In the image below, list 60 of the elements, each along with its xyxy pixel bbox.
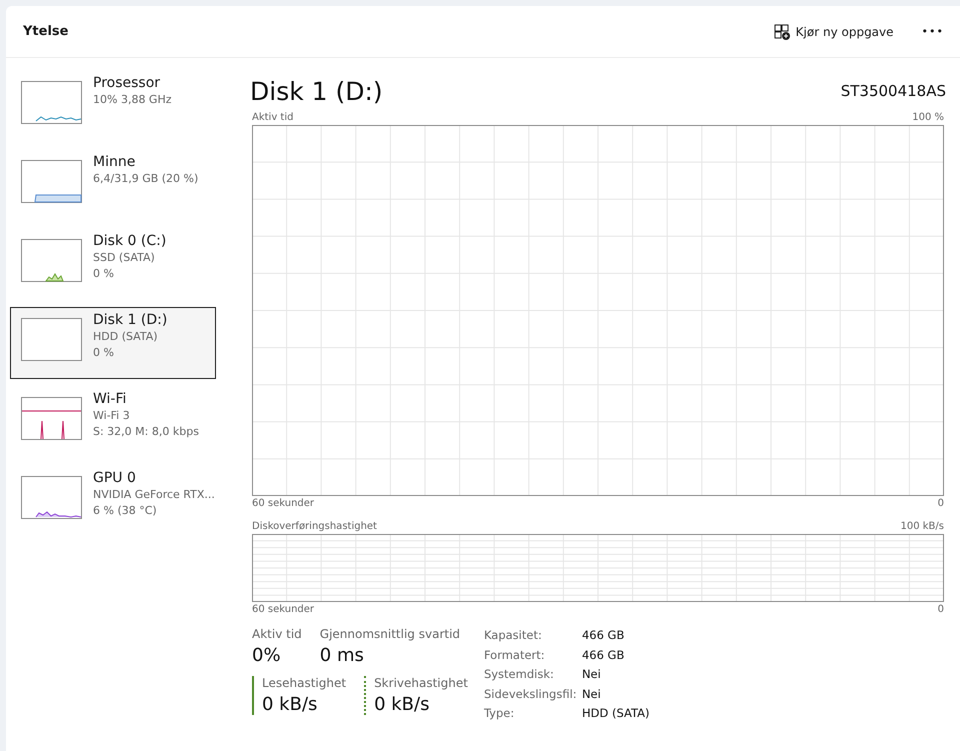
stat-value: 0% xyxy=(252,645,282,666)
device-detail: 6,4/31,9 GB (20 %) xyxy=(93,171,198,187)
sidebar-item[interactable]: Disk 0 (C:) SSD (SATA) 0 % xyxy=(10,228,216,300)
usage-thumbnail xyxy=(21,160,82,203)
stat-label: Gjennomsnittlig svartid xyxy=(320,627,460,641)
device-name: GPU 0 xyxy=(93,470,137,486)
graph-max: 100 kB/s xyxy=(900,520,944,534)
graph-min: 0 xyxy=(938,603,944,617)
graph-time: 60 sekunder xyxy=(252,603,314,617)
property-value: 466 GB xyxy=(582,627,626,644)
usage-thumbnail xyxy=(21,318,82,361)
usage-thumbnail xyxy=(21,239,82,282)
device-detail: NVIDIA GeForce RTX... xyxy=(93,487,215,503)
graph-max: 100 % xyxy=(912,111,944,125)
property-label: Formatert: xyxy=(484,646,546,663)
stat-label: Lesehastighet xyxy=(262,676,346,690)
stat-value: 0 ms xyxy=(320,645,365,666)
disk-title: Disk 1 (D:) xyxy=(250,77,383,106)
device-detail: HDD (SATA) xyxy=(93,329,159,345)
sidebar-item[interactable]: Disk 1 (D:) HDD (SATA) 0 % xyxy=(10,307,216,379)
device-detail: 6 % (38 °C) xyxy=(93,503,158,519)
usage-thumbnail xyxy=(21,397,82,440)
graph-label: Diskoverføringshastighet xyxy=(252,520,377,534)
sidebar-item[interactable]: Minne 6,4/31,9 GB (20 %) xyxy=(10,149,216,221)
device-detail: SSD (SATA) xyxy=(93,250,156,266)
sidebar-item[interactable]: GPU 0 NVIDIA GeForce RTX... 6 % (38 °C) xyxy=(10,465,216,537)
more-button[interactable]: ••• xyxy=(918,19,948,44)
property-value: Nei xyxy=(582,666,602,682)
graph-label: Aktiv tid xyxy=(252,111,294,125)
device-name: Prosessor xyxy=(93,75,162,91)
stat-label: Skrivehastighet xyxy=(374,676,468,690)
property-value: 466 GB xyxy=(582,646,626,663)
device-name: Wi-Fi xyxy=(93,391,128,407)
device-detail: 10% 3,88 GHz xyxy=(93,92,172,108)
property-label: Kapasitet: xyxy=(484,627,543,644)
property-label: Type: xyxy=(484,705,516,722)
stat-label: Aktiv tid xyxy=(252,627,302,641)
property-value: Nei xyxy=(582,686,602,702)
device-detail: 0 % xyxy=(93,345,115,361)
graph-min: 0 xyxy=(938,497,944,511)
stat-value: 0 kB/s xyxy=(374,694,430,715)
run-task-button[interactable]: Kjør ny oppgave xyxy=(766,18,902,46)
new-task-icon xyxy=(774,24,790,40)
usage-thumbnail xyxy=(21,81,82,124)
property-label: Sidevekslingsfil: xyxy=(484,686,578,702)
graph-time: 60 sekunder xyxy=(252,497,314,511)
device-detail: 0 % xyxy=(93,266,115,282)
device-name: Disk 1 (D:) xyxy=(93,312,168,328)
sidebar-item[interactable]: Prosessor 10% 3,88 GHz xyxy=(10,70,216,142)
property-label: Systemdisk: xyxy=(484,666,555,682)
page-title: Ytelse xyxy=(23,24,70,39)
device-detail: S: 32,0 M: 8,0 kbps xyxy=(93,424,199,440)
usage-thumbnail xyxy=(21,476,82,519)
device-detail: Wi-Fi 3 xyxy=(93,408,131,424)
device-name: Disk 0 (C:) xyxy=(93,233,166,249)
property-value: HDD (SATA) xyxy=(582,705,650,722)
sidebar-item[interactable]: Wi-Fi Wi-Fi 3 S: 32,0 M: 8,0 kbps xyxy=(10,386,216,458)
disk-model: ST3500418AS xyxy=(840,82,946,100)
stat-value: 0 kB/s xyxy=(262,694,318,715)
device-name: Minne xyxy=(93,154,136,170)
